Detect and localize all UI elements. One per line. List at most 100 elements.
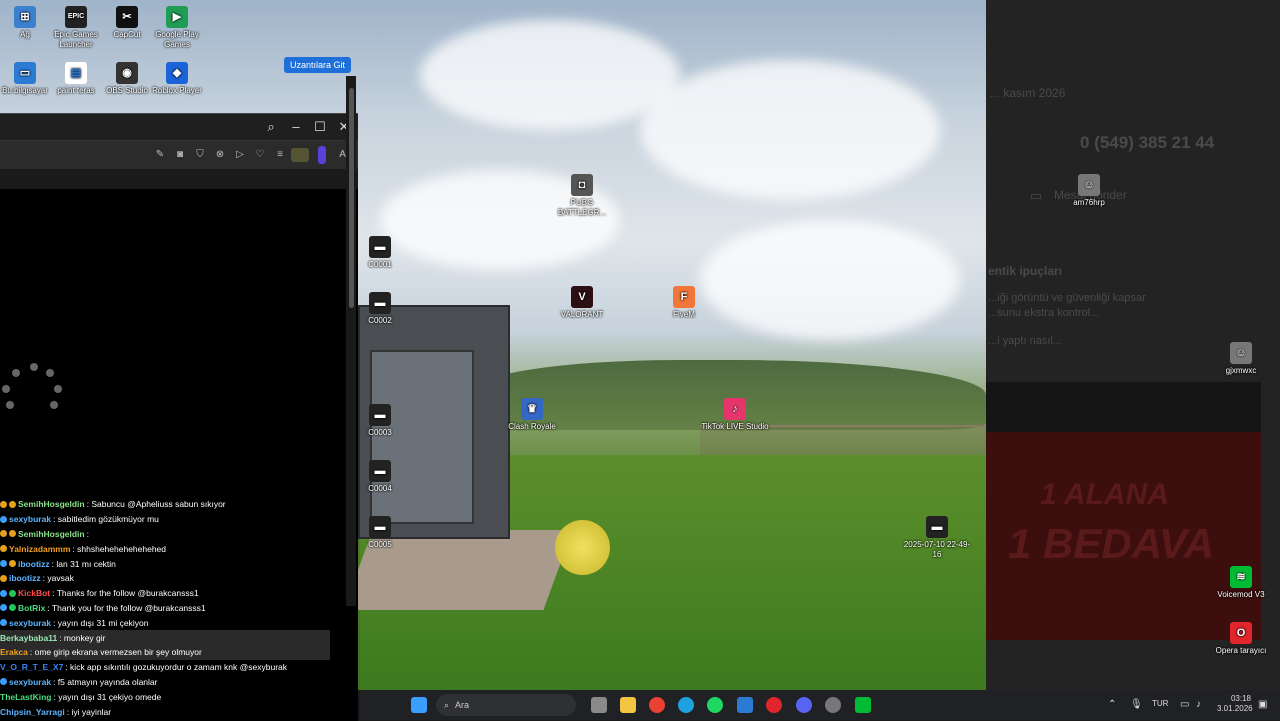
minimize-button[interactable]: – bbox=[284, 114, 308, 140]
chat-text: : iyi yayinlar bbox=[66, 706, 112, 717]
file-explorer-icon[interactable] bbox=[620, 697, 636, 713]
avatar[interactable] bbox=[291, 148, 309, 162]
chat-username[interactable]: Yalnizadammm bbox=[9, 544, 70, 554]
network-icon[interactable]: ▭ bbox=[1180, 699, 1189, 710]
chat-username[interactable]: SemihHosgeldin bbox=[18, 529, 85, 539]
chat-message: KickBot: Thanks for the follow @burakcan… bbox=[0, 586, 330, 601]
cloud bbox=[640, 60, 940, 200]
heart-icon[interactable]: ♡ bbox=[253, 148, 267, 162]
app-icon: ▬ bbox=[369, 516, 391, 538]
chat-username[interactable]: SemihHosgeldin bbox=[18, 499, 85, 509]
chat-text: : yayın dışı 31 çekiyo omede bbox=[53, 691, 162, 702]
voicemod-icon[interactable] bbox=[855, 697, 871, 713]
chat-username[interactable]: Erakca bbox=[0, 647, 28, 657]
desktop-icon-valorant[interactable]: V VALORANT bbox=[547, 286, 617, 320]
chat-username[interactable]: BotRix bbox=[18, 603, 45, 613]
date-text: ... kasım 2026 bbox=[990, 86, 1066, 100]
edit-icon[interactable]: ✎ bbox=[153, 148, 167, 162]
clock[interactable]: 03:18 3.01.2026 bbox=[1217, 694, 1253, 714]
camera-icon[interactable]: ◙ bbox=[173, 148, 187, 162]
app-icon: ☺ bbox=[1078, 174, 1100, 196]
app-icon[interactable] bbox=[825, 697, 841, 713]
app-icon: V bbox=[571, 286, 593, 308]
chat-username[interactable]: sexyburak bbox=[9, 514, 51, 524]
settings-icon[interactable] bbox=[737, 697, 753, 713]
app-icon: O bbox=[1230, 622, 1252, 644]
play-icon[interactable]: ▷ bbox=[233, 148, 247, 162]
maximize-button[interactable]: ☐ bbox=[308, 114, 332, 140]
chrome-icon[interactable] bbox=[649, 697, 665, 713]
tips-line: ...i yaptı nasıl... bbox=[988, 335, 1062, 347]
chat-text: : yavsak bbox=[42, 573, 74, 584]
desktop-icon-gjxmwxc[interactable]: ☺ gjxmwxc bbox=[1206, 342, 1276, 376]
taskbar-search[interactable]: ⌕ Ara bbox=[436, 694, 576, 716]
desktop-icon-google-play-games[interactable]: ▶ Google Play Games bbox=[142, 6, 212, 50]
task-view-icon[interactable] bbox=[591, 697, 607, 713]
desktop-icon-label: PUBG BATTLEGR... bbox=[557, 198, 607, 217]
language-indicator[interactable]: TUR bbox=[1152, 699, 1168, 708]
microphone-icon[interactable]: 🎙 bbox=[1130, 699, 1143, 710]
chat-message: Berkaybaba11: monkey gir bbox=[0, 630, 330, 645]
badge-icon bbox=[9, 560, 16, 568]
desktop-icon-clash-royale[interactable]: ♛ Clash Royale bbox=[497, 398, 567, 432]
message-icon: ▭ bbox=[1030, 188, 1043, 203]
badge-icon bbox=[9, 530, 16, 538]
chat-username[interactable]: KickBot bbox=[18, 588, 50, 598]
volume-icon[interactable]: ♪ bbox=[1196, 699, 1201, 710]
vpn-icon[interactable]: ⊗ bbox=[213, 148, 227, 162]
shield-icon[interactable]: ⛉ bbox=[193, 148, 207, 162]
go-to-extensions-button[interactable]: Uzantılara Git bbox=[284, 57, 352, 73]
chat-username[interactable]: ibootizz bbox=[9, 573, 41, 583]
desktop-icon-opera-taray-c[interactable]: O Opera tarayıcı bbox=[1206, 622, 1276, 656]
menu-icon[interactable]: ≡ bbox=[273, 148, 287, 162]
desktop-icon-pubg-battlegr[interactable]: ◘ PUBG BATTLEGR... bbox=[547, 174, 617, 218]
chat-text: : shhshehehehehehehed bbox=[72, 543, 167, 554]
desktop-icon-2025-07-10-22-49-16[interactable]: ▬ 2025-07-10 22-49-16 bbox=[902, 516, 972, 560]
extensions-bar bbox=[0, 169, 358, 189]
windows-start-icon[interactable] bbox=[411, 697, 427, 713]
chat-username[interactable]: Berkaybaba11 bbox=[0, 633, 57, 643]
notification-icon[interactable]: ▣ bbox=[1258, 699, 1267, 710]
chat-username[interactable]: V_O_R_T_E_X7 bbox=[0, 662, 63, 672]
app-icon: ☺ bbox=[1230, 342, 1252, 364]
badge-icon bbox=[9, 604, 16, 612]
app-icon: ♪ bbox=[724, 398, 746, 420]
app-icon: ⊞ bbox=[14, 6, 36, 28]
chat-username[interactable]: ibootizz bbox=[18, 559, 50, 569]
chat-message: sexyburak: f5 atmayın yayında olanlar bbox=[0, 675, 330, 690]
desktop-icon-label: 2025-07-10 22-49-16 bbox=[903, 540, 971, 559]
chat-message: ibootizz: lan 31 mı cektin bbox=[0, 556, 330, 571]
desktop-icon-roblox-player[interactable]: ◆ Roblox Player bbox=[142, 62, 212, 96]
badge-icon bbox=[0, 530, 7, 538]
app-icon: ▬ bbox=[369, 292, 391, 314]
app-icon: ◆ bbox=[166, 62, 188, 84]
desktop-icon-tiktok-live-studio[interactable]: ♪ TikTok LIVE Studio bbox=[700, 398, 770, 432]
desktop-icon-am76hrp[interactable]: ☺ am76hrp bbox=[1054, 174, 1124, 208]
badge-icon bbox=[0, 619, 7, 627]
app-icon: ▬ bbox=[369, 404, 391, 426]
desktop-icon-label: Voicemod V3 bbox=[1217, 590, 1265, 599]
desktop-icon-fivem[interactable]: F FiveM bbox=[649, 286, 719, 320]
chat-username[interactable]: sexyburak bbox=[9, 677, 51, 687]
opera-icon[interactable] bbox=[766, 697, 782, 713]
app-icon: ▤ bbox=[65, 62, 87, 84]
phone-number: 0 (549) 385 21 44 bbox=[1080, 133, 1215, 152]
tips-line: ...iği görüntü ve güvenliği kapsar bbox=[988, 292, 1146, 304]
chat-username[interactable]: Chipsin_Yarragi bbox=[0, 707, 65, 717]
desktop-icon-voicemod-v3[interactable]: ≋ Voicemod V3 bbox=[1206, 566, 1276, 600]
spotify-icon[interactable] bbox=[707, 697, 723, 713]
chat-username[interactable]: sexyburak bbox=[9, 618, 51, 628]
chat-text: : ome girip ekrana vermezsen bir şey olm… bbox=[29, 647, 202, 658]
scrollbar-thumb[interactable] bbox=[349, 88, 354, 308]
sidebar-toggle[interactable] bbox=[318, 146, 326, 164]
search-icon[interactable]: ⌕ bbox=[259, 114, 283, 140]
discord-icon[interactable] bbox=[796, 697, 812, 713]
chevron-up-icon[interactable]: ⌃ bbox=[1108, 699, 1116, 710]
desktop-icon-label: Clash Royale bbox=[508, 422, 556, 431]
app-icon: F bbox=[673, 286, 695, 308]
chat-username[interactable]: TheLastKing bbox=[0, 692, 51, 702]
chat-text: : Thank you for the follow @burakcansss1 bbox=[47, 602, 206, 613]
edge-icon[interactable] bbox=[678, 697, 694, 713]
app-icon: ◘ bbox=[571, 174, 593, 196]
chat-text: : Sabuncu @Apheliuss sabun sıkıyor bbox=[86, 499, 226, 510]
